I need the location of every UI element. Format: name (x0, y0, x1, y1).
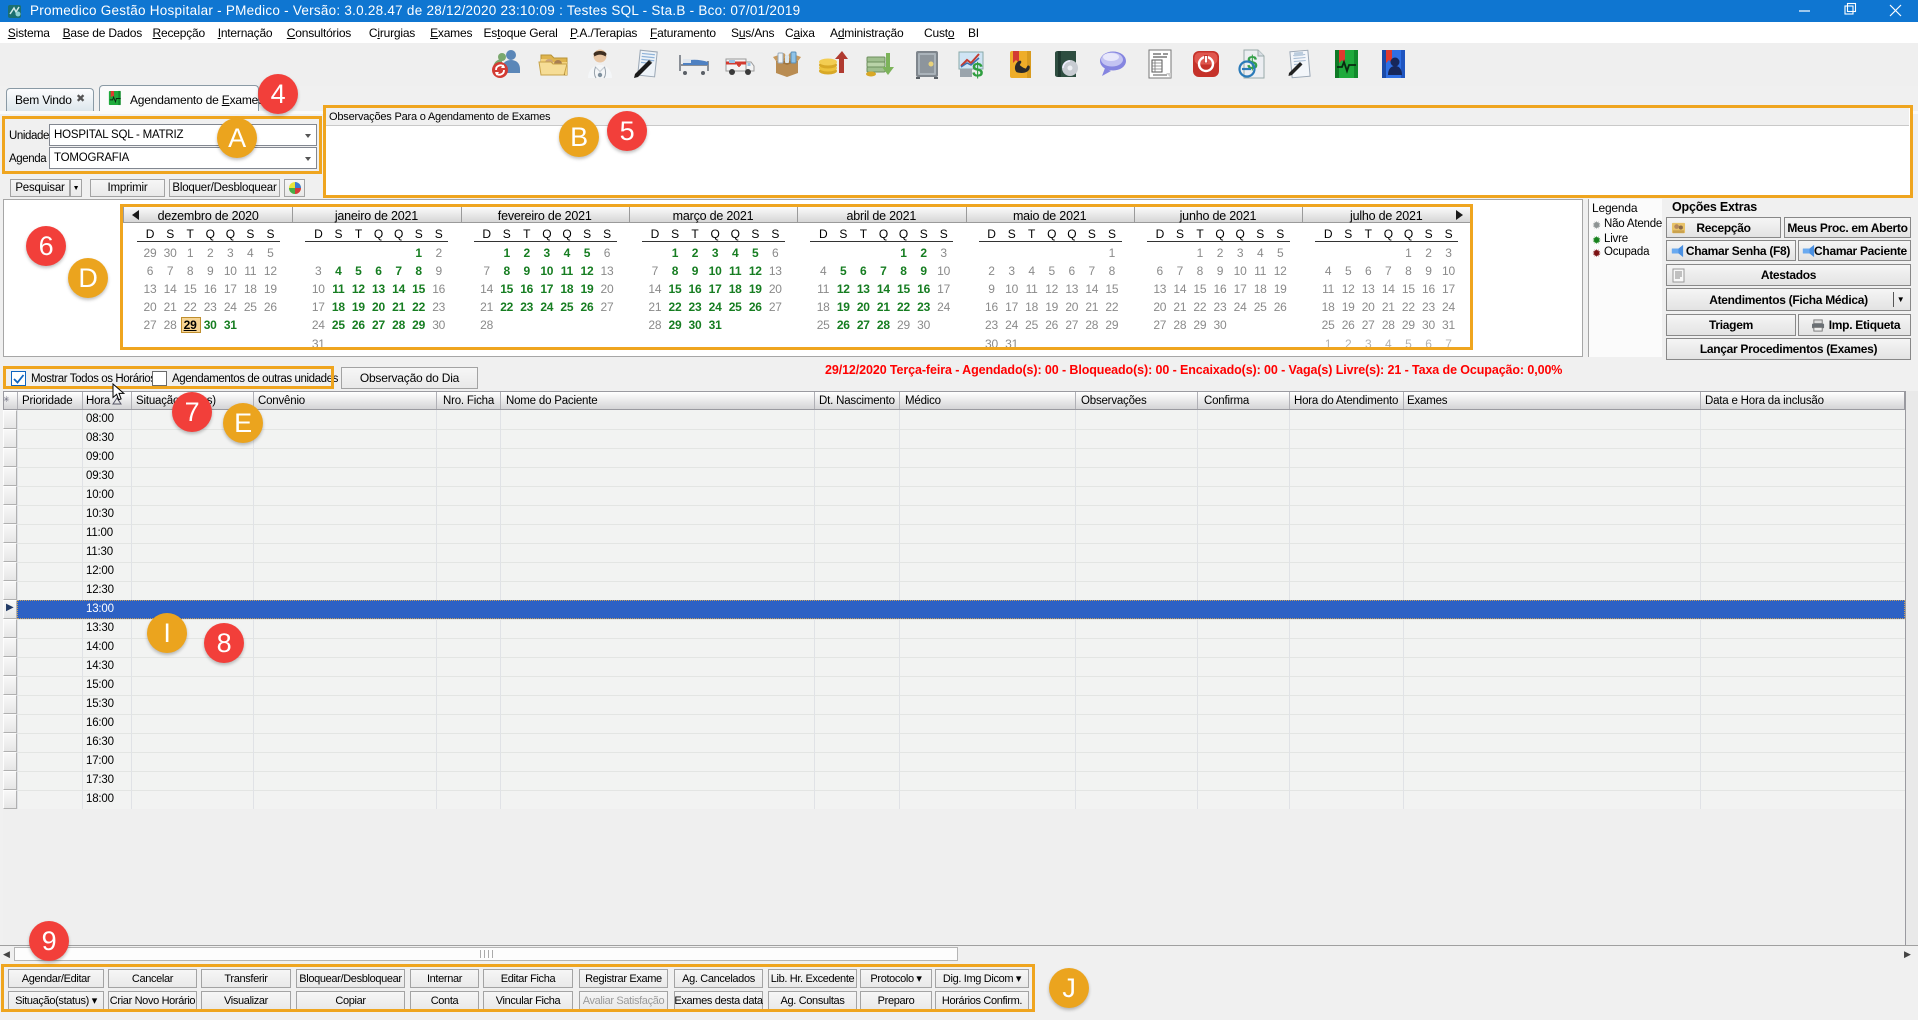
svg-text:$: $ (972, 60, 983, 81)
